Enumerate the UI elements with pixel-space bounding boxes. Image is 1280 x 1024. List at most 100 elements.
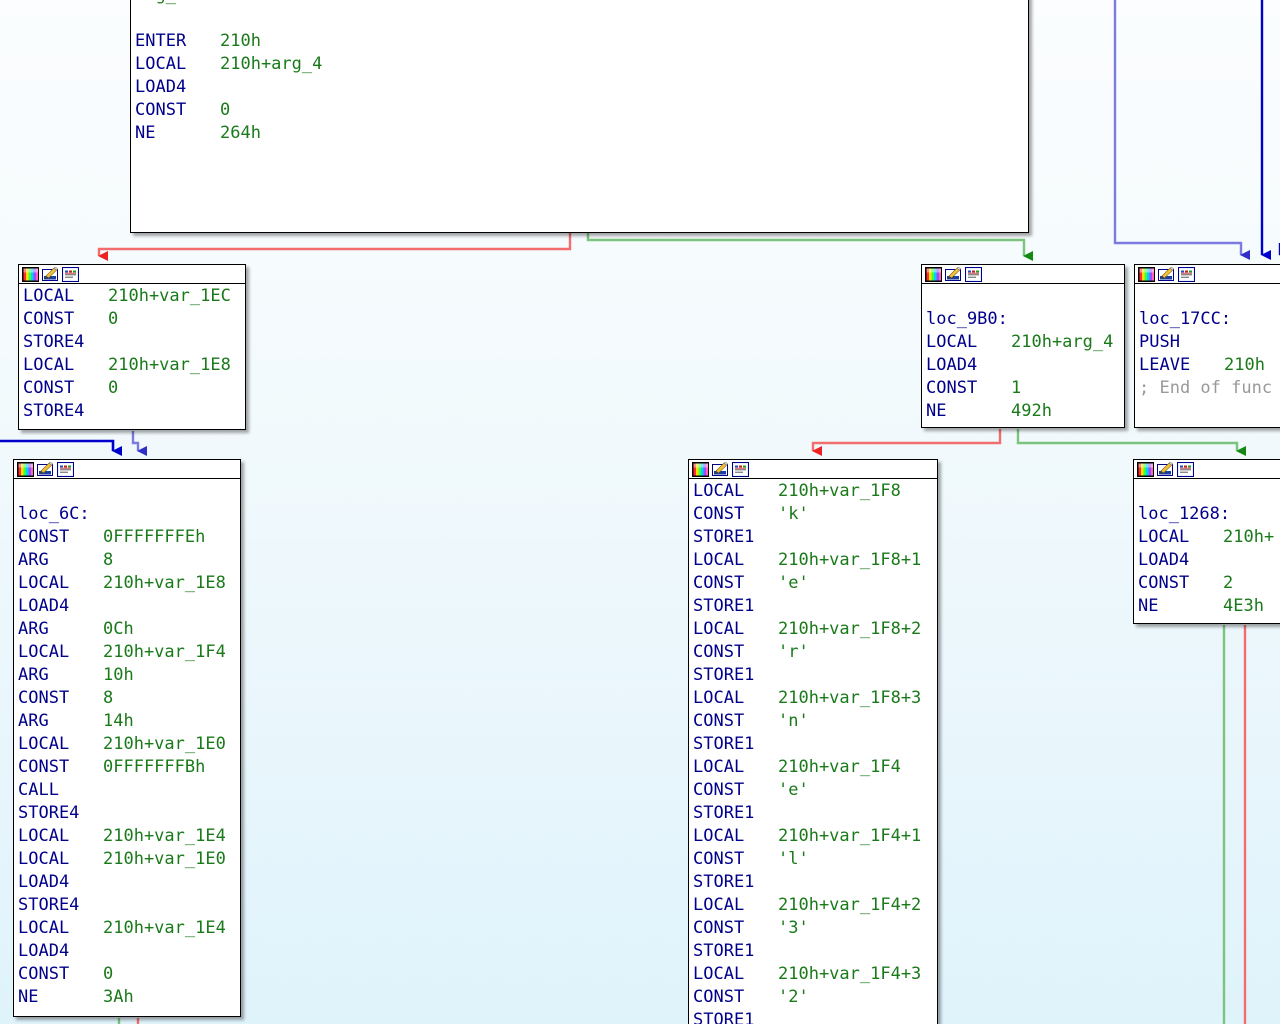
mnemonic[interactable]: LOCAL bbox=[18, 572, 103, 595]
asm-instruction[interactable]: LEAVE210h bbox=[1139, 354, 1280, 377]
mnemonic[interactable]: NE bbox=[135, 122, 220, 145]
color-palette-icon[interactable] bbox=[1138, 267, 1155, 282]
mnemonic[interactable]: STORE1 bbox=[693, 1009, 778, 1024]
operand[interactable]: 210h+var_1F4+1 bbox=[778, 826, 921, 846]
mnemonic[interactable]: CALL bbox=[18, 779, 103, 802]
var-name[interactable]: arg_4= bbox=[135, 0, 220, 7]
operand[interactable]: 8 bbox=[103, 550, 113, 570]
operand[interactable]: '3' bbox=[778, 918, 809, 938]
asm-instruction[interactable]: STORE4 bbox=[23, 400, 245, 423]
operand[interactable]: 4E3h bbox=[1223, 596, 1264, 616]
asm-instruction[interactable]: LOCAL210h+var_1E0 bbox=[18, 733, 240, 756]
asm-label[interactable]: loc_17CC: bbox=[1139, 308, 1280, 331]
mnemonic[interactable]: CONST bbox=[693, 986, 778, 1009]
basic-block-loc_17CC[interactable]: loc_17CC:PUSHLEAVE210h; End of func bbox=[1134, 264, 1280, 428]
operand[interactable]: 0 bbox=[108, 378, 118, 398]
mnemonic[interactable]: LOCAL bbox=[135, 53, 220, 76]
asm-instruction[interactable]: CONST0 bbox=[23, 377, 245, 400]
operand[interactable]: 210h+arg_4 bbox=[220, 54, 322, 74]
asm-instruction[interactable]: LOAD4 bbox=[926, 354, 1124, 377]
mnemonic[interactable]: PUSH bbox=[1139, 331, 1224, 354]
asm-instruction[interactable]: LOCAL210h+var_1F8+2 bbox=[693, 618, 937, 641]
graph-chart-icon[interactable] bbox=[732, 462, 749, 477]
mnemonic[interactable]: LOCAL bbox=[693, 963, 778, 986]
asm-instruction[interactable]: LOCAL210h+arg_4 bbox=[926, 331, 1124, 354]
operand[interactable]: 1 bbox=[1011, 378, 1021, 398]
mnemonic[interactable]: LOCAL bbox=[18, 733, 103, 756]
asm-instruction[interactable]: CONST0 bbox=[135, 99, 1028, 122]
operand[interactable]: 264h bbox=[220, 123, 261, 143]
asm-instruction[interactable]: STORE4 bbox=[23, 331, 245, 354]
asm-instruction[interactable]: LOCAL210h+var_1E4 bbox=[18, 917, 240, 940]
node-titlebar[interactable] bbox=[689, 460, 937, 479]
asm-var-definition[interactable]: arg_4= 8 bbox=[135, 0, 1028, 7]
operand[interactable]: 8 bbox=[220, 0, 240, 5]
operand[interactable]: 'e' bbox=[778, 573, 809, 593]
edit-pencil-icon[interactable] bbox=[1157, 462, 1174, 477]
asm-instruction[interactable]: LOCAL210h+var_1F4 bbox=[693, 756, 937, 779]
asm-instruction[interactable]: STORE4 bbox=[18, 802, 240, 825]
operand[interactable]: 210h+var_1E0 bbox=[103, 734, 226, 754]
mnemonic[interactable]: CONST bbox=[693, 710, 778, 733]
asm-instruction[interactable]: LOCAL210h+var_1F8 bbox=[693, 480, 937, 503]
mnemonic[interactable]: STORE4 bbox=[23, 331, 108, 354]
mnemonic[interactable]: STORE1 bbox=[693, 940, 778, 963]
operand[interactable]: 210h+var_1F4+3 bbox=[778, 964, 921, 984]
asm-instruction[interactable]: CONST'n' bbox=[693, 710, 937, 733]
asm-blank-line[interactable] bbox=[926, 285, 1124, 308]
operand[interactable]: 210h+var_1E4 bbox=[103, 918, 226, 938]
graph-chart-icon[interactable] bbox=[57, 462, 74, 477]
operand[interactable]: 210h+var_1F8+2 bbox=[778, 619, 921, 639]
node-titlebar[interactable] bbox=[922, 265, 1124, 284]
operand[interactable]: 2 bbox=[1223, 573, 1233, 593]
operand[interactable]: 210h+arg_4 bbox=[1011, 332, 1113, 352]
operand[interactable]: 210h bbox=[220, 31, 261, 51]
asm-instruction[interactable]: STORE1 bbox=[693, 526, 937, 549]
operand[interactable]: 0FFFFFFFEh bbox=[103, 527, 205, 547]
mnemonic[interactable]: LOCAL bbox=[693, 756, 778, 779]
asm-instruction[interactable]: ARG0Ch bbox=[18, 618, 240, 641]
operand[interactable]: 10h bbox=[103, 665, 134, 685]
asm-instruction[interactable]: CONST0FFFFFFFEh bbox=[18, 526, 240, 549]
mnemonic[interactable]: CONST bbox=[18, 526, 103, 549]
basic-block-loc_6C[interactable]: loc_6C:CONST0FFFFFFFEhARG8LOCAL210h+var_… bbox=[13, 459, 241, 1017]
label-text[interactable]: loc_1268: bbox=[1138, 504, 1230, 524]
operand[interactable]: 0 bbox=[108, 309, 118, 329]
asm-blank-line[interactable] bbox=[18, 480, 240, 503]
operand[interactable]: 0Ch bbox=[103, 619, 134, 639]
edit-pencil-icon[interactable] bbox=[37, 462, 54, 477]
asm-instruction[interactable]: CONST0 bbox=[18, 963, 240, 986]
operand[interactable]: 'n' bbox=[778, 711, 809, 731]
label-text[interactable]: loc_6C: bbox=[18, 504, 90, 524]
basic-block-string-setup[interactable]: LOCAL210h+var_1F8CONST'k'STORE1LOCAL210h… bbox=[688, 459, 938, 1024]
color-palette-icon[interactable] bbox=[17, 462, 34, 477]
mnemonic[interactable]: CONST bbox=[1138, 572, 1223, 595]
operand[interactable]: 210h+var_1E8 bbox=[103, 573, 226, 593]
asm-comment[interactable]: ; End of func bbox=[1139, 377, 1280, 400]
asm-instruction[interactable]: PUSH bbox=[1139, 331, 1280, 354]
color-palette-icon[interactable] bbox=[22, 267, 39, 282]
asm-instruction[interactable]: NE4E3h bbox=[1138, 595, 1280, 618]
color-palette-icon[interactable] bbox=[1137, 462, 1154, 477]
edit-pencil-icon[interactable] bbox=[945, 267, 962, 282]
graph-chart-icon[interactable] bbox=[62, 267, 79, 282]
operand[interactable]: 8 bbox=[103, 688, 113, 708]
mnemonic[interactable]: CONST bbox=[135, 99, 220, 122]
mnemonic[interactable]: NE bbox=[1138, 595, 1223, 618]
asm-instruction[interactable]: STORE4 bbox=[18, 894, 240, 917]
asm-instruction[interactable]: LOAD4 bbox=[135, 76, 1028, 99]
operand[interactable]: 'r' bbox=[778, 642, 809, 662]
asm-instruction[interactable]: NE3Ah bbox=[18, 986, 240, 1009]
asm-instruction[interactable]: STORE1 bbox=[693, 595, 937, 618]
node-titlebar[interactable] bbox=[1134, 460, 1280, 479]
mnemonic[interactable]: LOCAL bbox=[18, 848, 103, 871]
asm-instruction[interactable]: CONST8 bbox=[18, 687, 240, 710]
mnemonic[interactable]: CONST bbox=[18, 687, 103, 710]
operand[interactable]: 0 bbox=[220, 100, 230, 120]
graph-chart-icon[interactable] bbox=[1177, 462, 1194, 477]
mnemonic[interactable]: CONST bbox=[693, 572, 778, 595]
mnemonic[interactable]: LOCAL bbox=[693, 618, 778, 641]
graph-chart-icon[interactable] bbox=[965, 267, 982, 282]
mnemonic[interactable]: STORE1 bbox=[693, 733, 778, 756]
asm-instruction[interactable]: CONST0 bbox=[23, 308, 245, 331]
